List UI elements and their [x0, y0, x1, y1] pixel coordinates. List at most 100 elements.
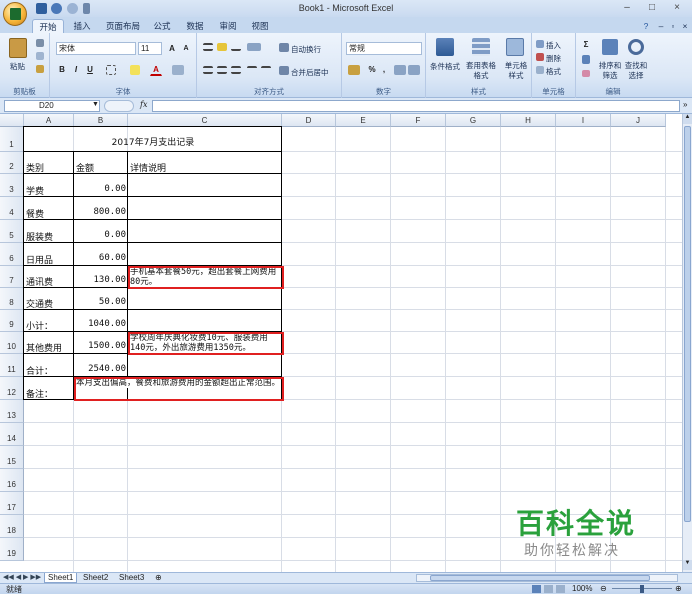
bottom-align-icon[interactable]: [231, 43, 241, 51]
select-all-corner[interactable]: [0, 114, 24, 127]
autosum-button[interactable]: Σ: [580, 38, 592, 51]
cell-category-5[interactable]: 通讯费: [26, 275, 72, 288]
cell-category-8[interactable]: 其他费用: [26, 341, 72, 354]
page-layout-view-icon[interactable]: [544, 585, 553, 593]
cell-category-2[interactable]: 餐费: [26, 207, 72, 220]
align-left-icon[interactable]: [203, 66, 213, 74]
column-header-h[interactable]: H: [501, 114, 556, 127]
cell-amount-8[interactable]: 1500.00: [76, 341, 126, 351]
delete-cells-button[interactable]: 删除: [546, 53, 561, 64]
cell-remark-label[interactable]: 备注：: [26, 387, 72, 400]
bold-button[interactable]: B: [56, 63, 68, 76]
decrease-indent-icon[interactable]: [247, 66, 257, 74]
wrap-text-button[interactable]: 自动换行: [291, 44, 321, 55]
close-button[interactable]: ×: [670, 2, 684, 14]
conditional-format-button[interactable]: 条件格式: [430, 61, 460, 72]
row-header-7[interactable]: 7: [0, 266, 24, 288]
row-header-6[interactable]: 6: [0, 243, 24, 266]
cell-amount-2[interactable]: 800.00: [76, 207, 126, 217]
align-right-icon[interactable]: [231, 66, 241, 74]
find-select-button[interactable]: 查找和选择: [624, 61, 648, 81]
insert-cells-icon[interactable]: [536, 40, 544, 48]
cell-category-9[interactable]: 合计：: [26, 364, 72, 377]
phonetic-icon[interactable]: [172, 65, 184, 75]
row-header-2[interactable]: 2: [0, 152, 24, 174]
format-cells-button[interactable]: 格式: [546, 66, 561, 77]
format-as-table-button[interactable]: 套用表格格式: [464, 61, 498, 81]
cell-category-1[interactable]: 学费: [26, 184, 72, 197]
increase-indent-icon[interactable]: [261, 66, 271, 74]
tab-review[interactable]: 审阅: [214, 19, 242, 33]
decrease-decimal-icon[interactable]: [408, 65, 420, 75]
row-header-10[interactable]: 10: [0, 332, 24, 354]
row-header-15[interactable]: 15: [0, 446, 24, 469]
row-header-16[interactable]: 16: [0, 469, 24, 492]
fill-color-icon[interactable]: [130, 65, 140, 75]
tab-page-layout[interactable]: 页面布局: [101, 19, 145, 33]
underline-button[interactable]: U: [84, 63, 96, 76]
top-align-icon[interactable]: [203, 43, 213, 51]
row-header-9[interactable]: 9: [0, 310, 24, 332]
insert-sheet-icon[interactable]: ⊕: [152, 573, 165, 583]
help-icon[interactable]: ?: [641, 19, 651, 33]
row-header-11[interactable]: 11: [0, 354, 24, 377]
cell-category-6[interactable]: 交通费: [26, 297, 72, 310]
merge-center-icon[interactable]: [279, 66, 289, 75]
copy-icon[interactable]: [36, 52, 44, 60]
maximize-button[interactable]: □: [645, 2, 659, 14]
cell-amount-6[interactable]: 50.00: [76, 297, 126, 307]
tab-formulas[interactable]: 公式: [148, 19, 176, 33]
fill-icon[interactable]: [582, 55, 590, 64]
cell-category-3[interactable]: 服装费: [26, 230, 72, 243]
merge-center-button[interactable]: 合并后居中: [291, 67, 329, 78]
shrink-font-button[interactable]: A: [180, 42, 192, 55]
cell-header-detail[interactable]: 详情说明: [130, 161, 280, 174]
column-header-d[interactable]: D: [282, 114, 336, 127]
row-header-14[interactable]: 14: [0, 423, 24, 446]
sheet-tab-sheet3[interactable]: Sheet3: [116, 573, 147, 583]
paste-button[interactable]: 粘贴: [10, 61, 25, 72]
row-header-1[interactable]: 1: [0, 127, 24, 152]
row-header-19[interactable]: 19: [0, 538, 24, 561]
italic-button[interactable]: I: [70, 63, 82, 76]
percent-button[interactable]: %: [366, 63, 378, 76]
cell-styles-button[interactable]: 单元格样式: [502, 61, 530, 81]
wrap-text-icon[interactable]: [279, 43, 289, 52]
orientation-icon[interactable]: [247, 43, 261, 51]
row-header-18[interactable]: 18: [0, 515, 24, 538]
conditional-format-icon[interactable]: [436, 38, 454, 56]
zoom-level[interactable]: 100%: [572, 584, 592, 593]
page-break-view-icon[interactable]: [556, 585, 565, 593]
minimize-button[interactable]: –: [620, 2, 634, 14]
sort-filter-icon[interactable]: [602, 39, 618, 55]
row-header-5[interactable]: 5: [0, 220, 24, 243]
office-button[interactable]: [3, 2, 27, 26]
table-title[interactable]: 2017年7月支出记录: [24, 135, 282, 148]
sheet-tab-sheet2[interactable]: Sheet2: [80, 573, 111, 583]
normal-view-icon[interactable]: [532, 585, 541, 593]
tab-insert[interactable]: 插入: [68, 19, 96, 33]
font-color-button[interactable]: A: [150, 63, 162, 76]
zoom-slider-thumb[interactable]: [640, 585, 644, 593]
formula-cancel-icon[interactable]: [104, 100, 134, 112]
cell-amount-9[interactable]: 2540.00: [76, 364, 126, 374]
vertical-scrollbar[interactable]: ▲ ▼: [682, 114, 692, 572]
tab-data[interactable]: 数据: [181, 19, 209, 33]
cell-header-category[interactable]: 类别: [26, 161, 72, 174]
zoom-out-icon[interactable]: ⊖: [600, 584, 607, 593]
column-header-g[interactable]: G: [446, 114, 501, 127]
column-header-e[interactable]: E: [336, 114, 391, 127]
number-format-select[interactable]: 常规: [346, 42, 422, 55]
ribbon-restore-button[interactable]: ▫: [668, 19, 678, 33]
name-box-dropdown-icon[interactable]: ▼: [92, 101, 99, 108]
scroll-down-icon[interactable]: ▼: [683, 560, 692, 570]
cell-category-7[interactable]: 小计：: [26, 319, 72, 332]
name-box[interactable]: D20: [4, 100, 100, 112]
column-header-f[interactable]: F: [391, 114, 446, 127]
cell-amount-3[interactable]: 0.00: [76, 230, 126, 240]
cut-icon[interactable]: [36, 39, 44, 47]
row-header-3[interactable]: 3: [0, 174, 24, 197]
grow-font-button[interactable]: A: [166, 42, 178, 55]
insert-function-icon[interactable]: fx: [140, 100, 147, 109]
font-size-select[interactable]: 11: [138, 42, 162, 55]
